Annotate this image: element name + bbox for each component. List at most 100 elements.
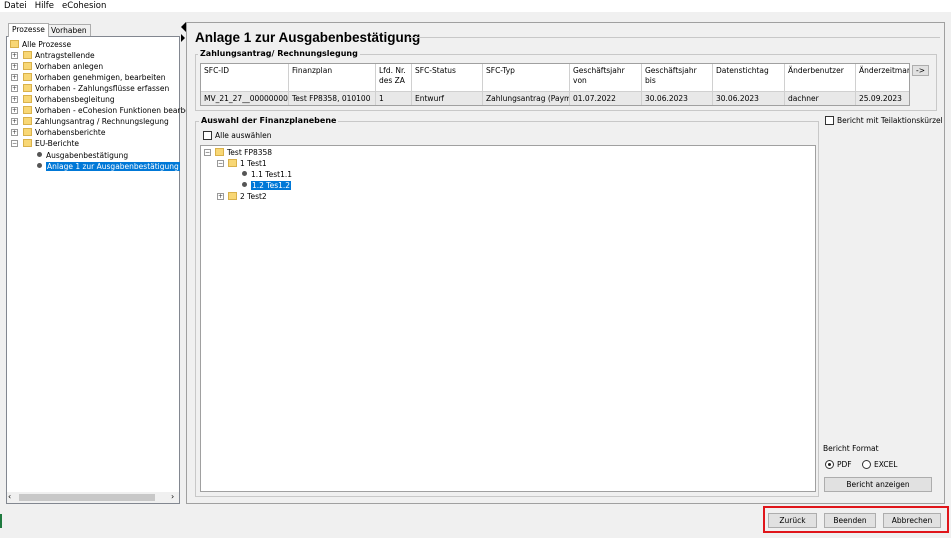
expand-icon[interactable]: + [217,193,224,200]
plan-leaf-label: 1.1 Test1.1 [251,170,293,179]
column-header[interactable]: Lfd. Nr. des ZA [376,64,412,91]
menu-ecohesion[interactable]: eCohesion [58,0,110,12]
table-cell[interactable]: MV_21_27__0000000007 [201,91,289,105]
show-report-button[interactable]: Bericht anzeigen [824,477,932,492]
expand-icon[interactable]: + [11,96,18,103]
column-header[interactable]: Änderzeitmark [856,64,909,91]
collapse-icon[interactable]: − [204,149,211,156]
tree-item-label: Vorhaben - eCohesion Funktionen bearbeit… [35,106,205,115]
horizontal-scrollbar[interactable]: ‹ › [7,492,179,503]
tree-item-label: Vorhaben anlegen [35,62,104,71]
plan-root[interactable]: Test FP8358 [215,147,272,158]
format-label: Bericht Format [823,444,879,453]
checkbox-icon[interactable] [203,131,212,140]
expand-icon[interactable]: + [11,107,18,114]
tree-item-ecohesion-funktionen[interactable]: Vorhaben - eCohesion Funktionen bearbeit… [23,105,204,116]
process-tree[interactable]: Alle Prozesse + Antragstellende + Vorhab… [6,36,204,504]
tree-item-label: Antragstellende [35,51,95,60]
plan-node-test2[interactable]: 2 Test2 [228,191,267,202]
tree-item-vorhabensbegleitung[interactable]: Vorhabensbegleitung [23,94,115,105]
table-cell[interactable]: dachner [785,91,856,105]
node-icon [37,163,42,168]
window-edge [0,514,2,528]
node-icon [242,171,247,176]
collapse-icon[interactable]: − [217,160,224,167]
tab-prozesse[interactable]: Prozesse [8,23,49,37]
table-cell[interactable]: 25.09.2023 [856,91,909,105]
tree-root[interactable]: Alle Prozesse [10,39,71,50]
column-header[interactable]: SFC-Typ [483,64,570,91]
table-cell[interactable]: 1 [376,91,412,105]
table-cell[interactable]: Test FP8358, 010100 [289,91,376,105]
plan-node-label: 2 Test2 [240,192,267,201]
radio-selected-icon[interactable] [825,460,834,469]
tree-item-label: Vorhaben genehmigen, bearbeiten [35,73,166,82]
tree-item-zahlungsantrag[interactable]: Zahlungsantrag / Rechnungslegung [23,116,169,127]
tree-item-label-selected: Anlage 1 zur Ausgabenbestätigung [46,162,180,171]
plan-node-label: 1 Test1 [240,159,267,168]
finish-button[interactable]: Beenden [824,513,876,528]
checkbox-icon[interactable] [825,116,834,125]
plan-leaf-1-1[interactable]: 1.1 Test1.1 [242,169,292,180]
select-all-checkbox[interactable]: Alle auswählen [203,131,272,140]
column-header[interactable]: Geschäftsjahr bis [642,64,713,91]
teilaktion-checkbox[interactable]: Bericht mit Teilaktionskürzel [825,116,943,125]
menu-hilfe[interactable]: Hilfe [31,0,58,12]
folder-icon [23,139,32,147]
folder-icon [23,128,32,136]
arrow-button[interactable]: -> [912,65,929,76]
expand-icon[interactable]: + [11,63,18,70]
column-header[interactable]: SFC-ID [201,64,289,91]
folder-icon [23,84,32,92]
expand-icon[interactable]: + [11,74,18,81]
column-header[interactable]: Geschäftsjahr von [570,64,642,91]
column-header[interactable]: Finanzplan [289,64,376,91]
format-pdf-radio[interactable]: PDF [825,460,852,469]
tree-item-label: EU-Berichte [35,139,80,148]
tab-vorhaben[interactable]: Vorhaben [47,24,91,36]
tree-item-label: Vorhaben - Zahlungsflüsse erfassen [35,84,170,93]
tree-item-eu-berichte[interactable]: EU-Berichte [23,138,79,149]
radio-icon[interactable] [862,460,871,469]
menu-datei[interactable]: Datei [0,0,31,12]
expand-icon[interactable]: + [11,118,18,125]
table-cell[interactable]: 30.06.2023 [642,91,713,105]
sfc-table[interactable]: SFC-ID Finanzplan Lfd. Nr. des ZA SFC-St… [200,63,910,106]
tree-item-ausgabenbestaetigung[interactable]: Ausgabenbestätigung [37,150,128,161]
folder-icon [23,117,32,125]
expand-icon[interactable]: + [11,52,18,59]
tree-item-zahlungsfluesse[interactable]: Vorhaben - Zahlungsflüsse erfassen [23,83,169,94]
scrollbar-thumb[interactable] [19,494,155,501]
column-header[interactable]: SFC-Status [412,64,483,91]
scroll-left-icon[interactable]: ‹ [8,493,11,501]
scroll-right-icon[interactable]: › [171,493,174,501]
sfc-group-title: Zahlungsantrag/ Rechnungslegung [198,49,360,58]
table-cell[interactable]: 01.07.2022 [570,91,642,105]
folder-icon [23,73,32,81]
collapse-icon[interactable]: − [11,140,18,147]
table-cell[interactable]: Entwurf [412,91,483,105]
plan-node-test1[interactable]: 1 Test1 [228,158,267,169]
tree-item-antragstellende[interactable]: Antragstellende [23,50,95,61]
format-excel-radio[interactable]: EXCEL [862,460,898,469]
plan-group-title: Auswahl der Finanzplanebene [199,116,339,125]
expand-icon[interactable]: + [11,129,18,136]
expand-icon[interactable]: + [11,85,18,92]
cancel-button[interactable]: Abbrechen [883,513,941,528]
column-header[interactable]: Datenstichtag [713,64,785,91]
tree-item-vorhaben-genehmigen[interactable]: Vorhaben genehmigen, bearbeiten [23,72,166,83]
expand-panel-icon[interactable] [181,34,185,42]
back-button[interactable]: Zurück [768,513,817,528]
plan-leaf-1-2[interactable]: 1.2 Tes1.2 [242,180,292,191]
folder-icon [215,148,224,156]
teilaktion-label: Bericht mit Teilaktionskürzel [837,116,943,125]
menubar: Datei Hilfe eCohesion [0,0,951,12]
tree-item-anlage-1[interactable]: Anlage 1 zur Ausgabenbestätigung [37,161,180,172]
table-cell[interactable]: 30.06.2023 [713,91,785,105]
column-header[interactable]: Änderbenutzer [785,64,856,91]
node-icon [37,152,42,157]
tree-item-vorhabensberichte[interactable]: Vorhabensberichte [23,127,105,138]
finanzplan-tree[interactable]: − Test FP8358 − 1 Test1 1.1 Test1.1 1.2 … [200,145,816,492]
table-cell[interactable]: Zahlungsantrag (Paymen [483,91,570,105]
tree-item-vorhaben-anlegen[interactable]: Vorhaben anlegen [23,61,103,72]
